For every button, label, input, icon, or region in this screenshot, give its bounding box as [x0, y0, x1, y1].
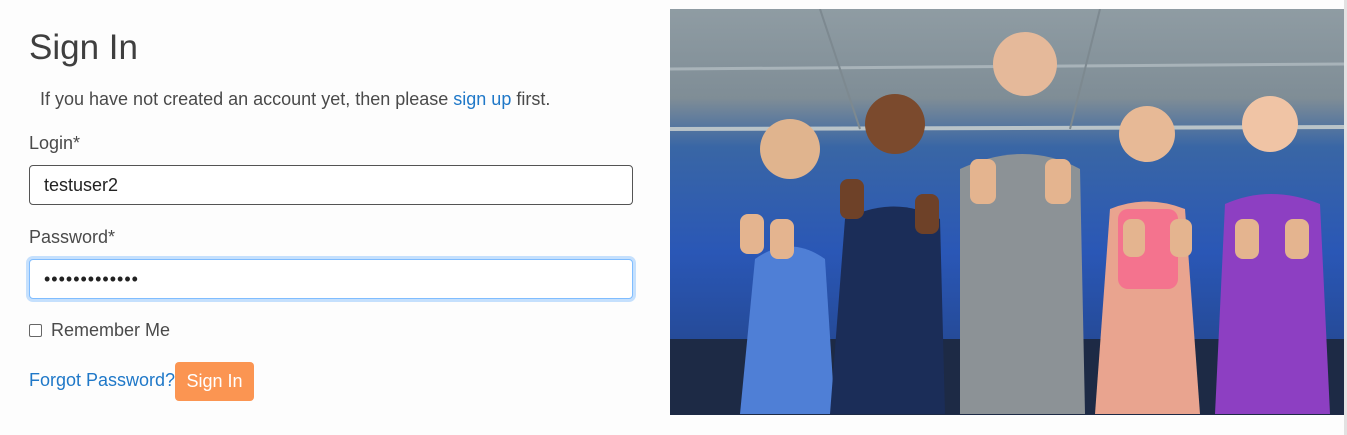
- hero-illustration: [670, 9, 1344, 415]
- intro-text-before: If you have not created an account yet, …: [40, 89, 454, 109]
- password-input[interactable]: [29, 259, 633, 299]
- password-label: Password*: [29, 227, 116, 247]
- login-label: Login*: [29, 133, 81, 153]
- login-input[interactable]: [29, 165, 633, 205]
- remember-me-checkbox[interactable]: [29, 324, 42, 337]
- hero-image: [670, 9, 1344, 415]
- intro-text: If you have not created an account yet, …: [40, 88, 550, 110]
- remember-me-label: Remember Me: [51, 320, 171, 340]
- forgot-password-link[interactable]: Forgot Password?: [29, 369, 175, 391]
- remember-me[interactable]: Remember Me: [29, 320, 170, 341]
- sign-up-link[interactable]: sign up: [453, 89, 511, 109]
- sign-in-button[interactable]: Sign In: [175, 362, 254, 401]
- page-title: Sign In: [29, 28, 138, 67]
- intro-text-after: first.: [511, 89, 551, 109]
